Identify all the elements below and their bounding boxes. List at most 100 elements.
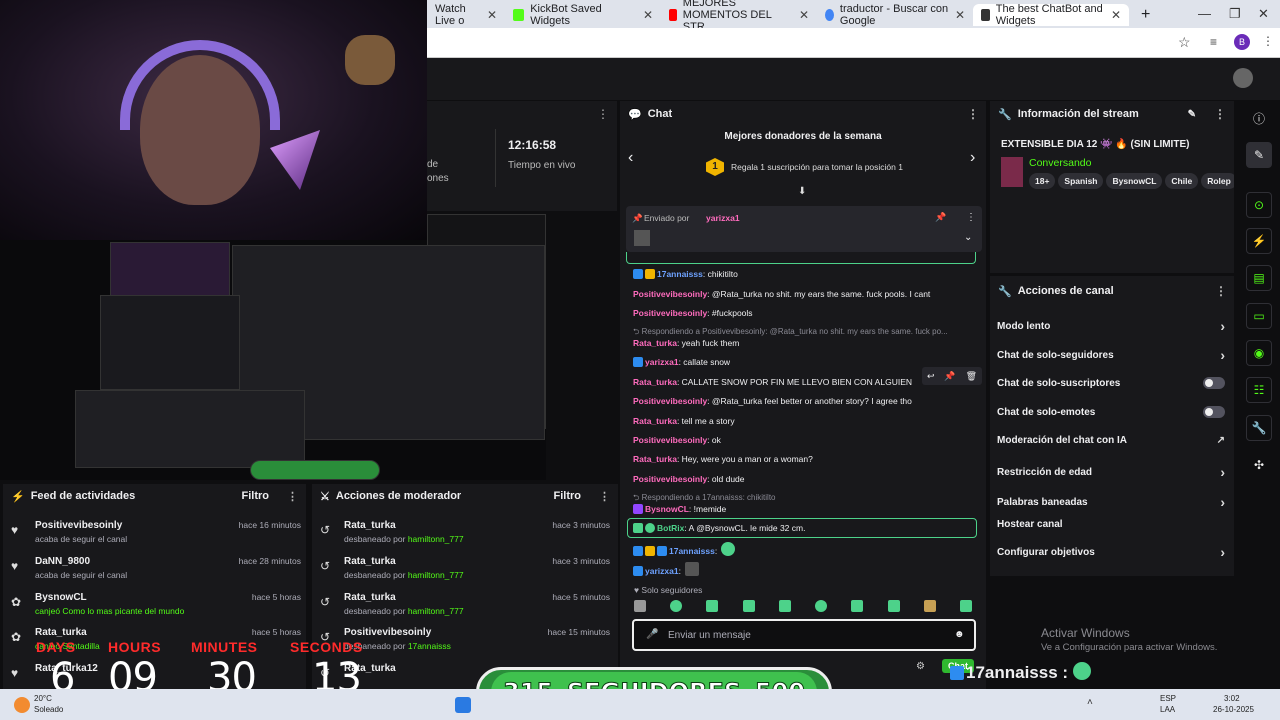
- settings-icon[interactable]: ⚙: [916, 661, 925, 672]
- tab-search-icon[interactable]: ≡: [1210, 35, 1217, 49]
- browser-tab-2[interactable]: KickBot Saved Widgets ✕: [505, 3, 661, 27]
- category-link[interactable]: Conversando: [1029, 157, 1091, 169]
- action-banned-words[interactable]: Palabras baneadas ›: [997, 494, 1225, 510]
- windows-activation-watermark: Activar Windows Ve a Configuración para …: [1041, 626, 1218, 653]
- channel-actions-panel: 🔧 Acciones de canal ⋮ Modo lento › Chat d…: [990, 276, 1234, 576]
- browser-tab-4[interactable]: traductor - Buscar con Google ✕: [817, 3, 973, 27]
- more-options-icon[interactable]: ⋮: [287, 490, 298, 503]
- more-options-icon[interactable]: ⋮: [1215, 284, 1227, 298]
- filter-button[interactable]: Filtro: [554, 490, 582, 502]
- more-options-icon[interactable]: ⋮: [1214, 107, 1226, 121]
- broadcast-icon[interactable]: ◉: [1246, 340, 1272, 366]
- chevron-up-icon[interactable]: ˄: [1087, 697, 1103, 713]
- edit-icon[interactable]: ✎: [1188, 109, 1196, 120]
- pin-icon[interactable]: 📌: [944, 371, 955, 382]
- profile-avatar[interactable]: B: [1234, 34, 1250, 50]
- tag[interactable]: 18+: [1029, 173, 1056, 189]
- close-icon[interactable]: ✕: [799, 8, 809, 22]
- chevron-right-icon: ›: [1220, 318, 1225, 334]
- action-host-channel[interactable]: Hostear canal: [997, 519, 1225, 530]
- undo-icon: ↺: [320, 559, 331, 573]
- chat-input[interactable]: 🎤 Enviar un mensaje ☻: [632, 619, 976, 651]
- more-options-icon[interactable]: ⋮: [966, 212, 976, 223]
- pinned-message: 📌 Enviado por yarizxa1 📌 ⋮ ⌄: [626, 206, 982, 252]
- close-window-icon[interactable]: ✕: [1258, 6, 1269, 22]
- chevron-left-icon[interactable]: ‹: [628, 149, 633, 167]
- menu-icon[interactable]: ⋮: [1262, 34, 1274, 48]
- toggle-switch[interactable]: [1203, 377, 1225, 389]
- timer-label-days: DAYS: [36, 639, 76, 655]
- dashboard-top-nav: [427, 58, 1280, 100]
- more-options-icon[interactable]: ⋮: [967, 107, 979, 121]
- filter-button[interactable]: Filtro: [242, 490, 270, 502]
- action-ai-moderation[interactable]: Moderación del chat con IA ↗: [997, 435, 1225, 446]
- close-icon[interactable]: ✕: [643, 8, 653, 22]
- scroll-down-icon[interactable]: ⬇: [798, 186, 806, 197]
- bookmark-star-icon[interactable]: ☆: [1178, 34, 1191, 51]
- action-emotes-only[interactable]: Chat de solo-emotes: [997, 406, 1225, 418]
- edit-icon[interactable]: ✎: [1246, 142, 1272, 168]
- sword-icon: ⚔: [320, 490, 330, 503]
- mini-webcam: [110, 242, 230, 302]
- tag[interactable]: Rolep: [1201, 173, 1234, 189]
- weather-icon[interactable]: [14, 697, 30, 713]
- action-followers-only[interactable]: Chat de solo-seguidores ›: [997, 347, 1225, 363]
- toggle-switch[interactable]: [1203, 406, 1225, 418]
- layout-icon[interactable]: ☷: [1246, 377, 1272, 403]
- tag[interactable]: Spanish: [1058, 173, 1104, 189]
- live-time-label: Tiempo en vivo: [508, 160, 576, 171]
- message-actions: ↩ 📌 🗑: [922, 367, 982, 385]
- chat-message: BysnowCL: !memide: [633, 503, 726, 515]
- tag-list: 18+ Spanish BysnowCL Chile Rolep: [1029, 173, 1234, 189]
- more-options-icon[interactable]: ⋮: [597, 107, 609, 121]
- action-age-restriction[interactable]: Restricción de edad ›: [997, 464, 1225, 480]
- chevron-right-icon: ›: [1220, 347, 1225, 363]
- tag[interactable]: BysnowCL: [1106, 173, 1163, 189]
- chevron-right-icon: ›: [1220, 494, 1225, 510]
- category-thumbnail[interactable]: [1001, 157, 1023, 187]
- chat-message: Positivevibesoinly: ok: [633, 435, 721, 445]
- timer-label-seconds: SECONDS: [290, 639, 363, 655]
- mini-followers-goal: [250, 460, 380, 480]
- light-reflection: [270, 130, 320, 190]
- browser-tab-1[interactable]: Watch Live o ✕: [427, 3, 505, 27]
- external-link-icon: ↗: [1216, 435, 1225, 446]
- action-slow-mode[interactable]: Modo lento ›: [997, 318, 1225, 334]
- action-configure-goals[interactable]: Configurar objetivos ›: [997, 544, 1225, 560]
- minimize-icon[interactable]: —: [1198, 6, 1211, 21]
- camera-icon[interactable]: ⊙: [1246, 192, 1272, 218]
- mini-feed: [75, 390, 305, 468]
- delete-icon[interactable]: 🗑: [966, 371, 977, 382]
- rank-badge: 1: [706, 158, 724, 176]
- new-tab-button[interactable]: +: [1133, 4, 1153, 26]
- chevron-right-icon[interactable]: ›: [970, 149, 975, 167]
- tag[interactable]: Chile: [1165, 173, 1199, 189]
- user-avatar[interactable]: [1233, 68, 1253, 88]
- lightning-icon[interactable]: ⚡: [1246, 228, 1272, 254]
- actions-header: 🔧 Acciones de canal ⋮: [998, 284, 1227, 298]
- microphone-icon[interactable]: 🎤: [646, 629, 658, 640]
- chevron-down-icon[interactable]: ⌄: [964, 232, 972, 243]
- chat-message: yarizxa1:: [633, 562, 701, 577]
- reward-icon: ✿: [11, 595, 22, 609]
- chat-message: Positivevibesoinly: @Rata_turka no shit.…: [633, 289, 931, 299]
- heart-icon: ♥: [11, 523, 19, 537]
- wrench-icon[interactable]: 🔧: [1246, 415, 1272, 441]
- maximize-icon[interactable]: ❐: [1229, 6, 1241, 22]
- more-options-icon[interactable]: ⋮: [599, 490, 610, 503]
- browser-tab-5[interactable]: The best ChatBot and Widgets ✕: [973, 3, 1129, 27]
- reply-icon[interactable]: ↩: [927, 371, 935, 382]
- document-icon[interactable]: ▤: [1246, 265, 1272, 291]
- pin-icon[interactable]: 📌: [935, 212, 946, 223]
- chat-icon[interactable]: ▭: [1246, 303, 1272, 329]
- action-subscribers-only[interactable]: Chat de solo-suscriptores: [997, 377, 1225, 389]
- emote-bar[interactable]: [634, 600, 974, 616]
- info-icon[interactable]: ⓘ: [1246, 105, 1272, 131]
- browser-tab-3[interactable]: MEJORES MOMENTOS DEL STR ✕: [661, 0, 817, 33]
- emoji-icon[interactable]: ☻: [954, 629, 965, 640]
- plugin-icon[interactable]: ✣: [1246, 452, 1272, 478]
- close-icon[interactable]: ✕: [487, 8, 497, 22]
- close-icon[interactable]: ✕: [1111, 8, 1121, 22]
- windows-start-icon[interactable]: [455, 697, 471, 713]
- close-icon[interactable]: ✕: [955, 8, 965, 22]
